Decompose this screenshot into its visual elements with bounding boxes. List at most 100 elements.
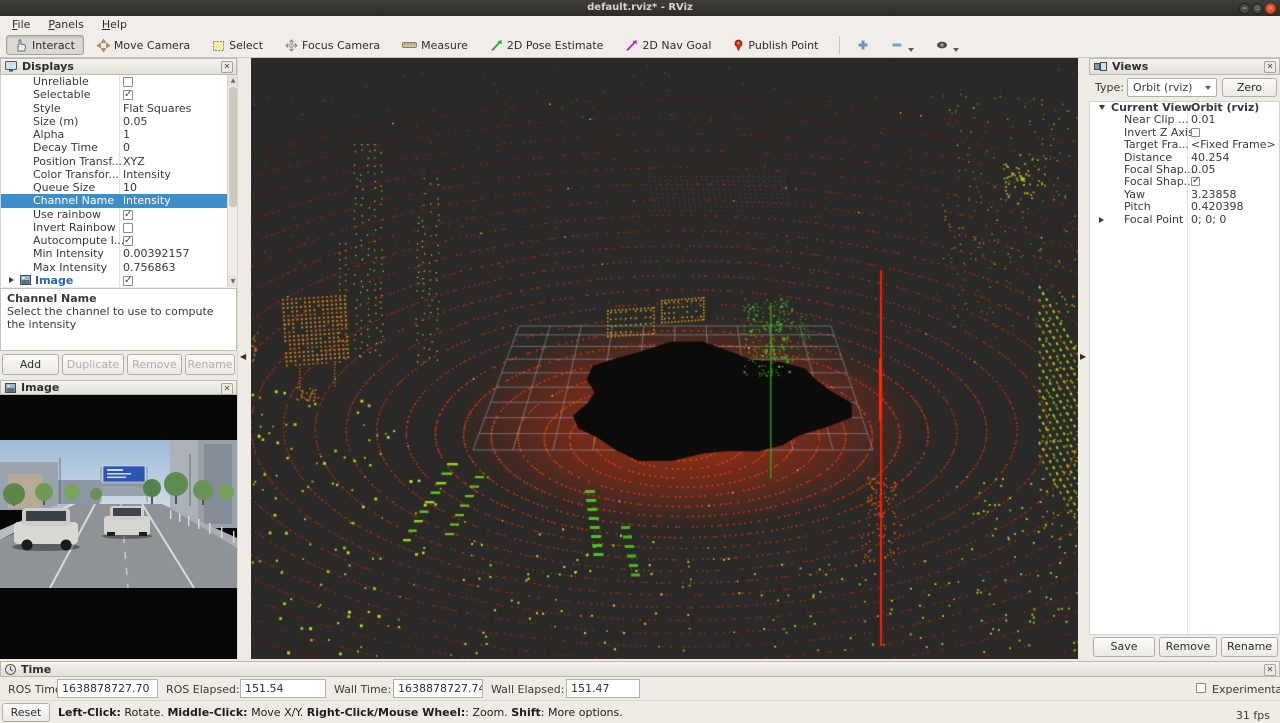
green-arrow-icon — [490, 39, 503, 52]
view-property-row[interactable]: Focal Shap... — [1090, 176, 1279, 188]
window-title: default.rviz* - RViz — [587, 2, 693, 13]
checkbox[interactable] — [123, 77, 133, 87]
scrollbar-thumb[interactable] — [229, 87, 237, 207]
checkbox[interactable] — [123, 223, 133, 233]
menu-panels[interactable]: Panels — [40, 17, 91, 32]
displays-buttons: Add Duplicate Remove Rename — [0, 354, 237, 376]
checkbox[interactable] — [123, 210, 133, 220]
panel-resize-handle-left[interactable]: ◀ — [237, 58, 251, 659]
view-property-row[interactable]: Near Clip ...0.01 — [1090, 114, 1279, 126]
property-row[interactable]: Size (m)0.05 — [1, 115, 228, 128]
property-row[interactable]: Color Transfor...Intensity — [1, 168, 228, 181]
checkbox[interactable] — [1191, 128, 1200, 137]
duplicate-button[interactable]: Duplicate — [62, 354, 124, 375]
3d-viewport[interactable] — [251, 58, 1078, 659]
nav-goal-tool-button[interactable]: 2D Nav Goal — [616, 35, 720, 55]
expander-icon[interactable] — [1099, 105, 1105, 110]
checkbox[interactable] — [123, 236, 133, 246]
minimize-icon[interactable]: ‒ — [1239, 3, 1250, 14]
property-row[interactable]: Decay Time0 — [1, 141, 228, 154]
ros-elapsed-label: ROS Elapsed: — [166, 683, 240, 696]
add-button[interactable]: Add — [2, 354, 59, 375]
expander-icon[interactable] — [9, 277, 14, 283]
property-row[interactable]: StyleFlat Squares — [1, 102, 228, 115]
remove-button[interactable]: Remove — [127, 354, 182, 375]
property-row[interactable]: Selectable — [1, 88, 228, 101]
property-row[interactable]: Max Intensity0.756863 — [1, 261, 228, 274]
rename-button[interactable]: Rename — [1221, 637, 1278, 657]
experimental-checkbox[interactable] — [1196, 683, 1206, 693]
property-row[interactable]: Queue Size10 — [1, 181, 228, 194]
menu-help[interactable]: Help — [94, 17, 135, 32]
property-row[interactable]: Position Transf...XYZ — [1, 155, 228, 168]
focus-crosshair-icon — [285, 39, 298, 52]
property-row[interactable]: Invert Rainbow — [1, 221, 228, 234]
close-panel-icon[interactable] — [1264, 664, 1276, 676]
display-row-image[interactable]: Image — [1, 274, 228, 287]
view-property-row[interactable]: Target Fra...<Fixed Frame> — [1090, 139, 1279, 151]
ros-elapsed-field[interactable] — [240, 679, 326, 698]
status-bar: Reset Left-Click: Rotate. Middle-Click: … — [0, 700, 1280, 723]
image-panel-header[interactable]: Image — [0, 380, 237, 395]
property-help-box: Channel Name Select the channel to use t… — [0, 288, 237, 351]
checkbox[interactable] — [123, 90, 133, 100]
maximize-icon[interactable]: ▫ — [1252, 3, 1263, 14]
help-text: Select the channel to use to compute the… — [7, 305, 214, 331]
wall-elapsed-label: Wall Elapsed: — [491, 683, 564, 696]
collapse-left-icon[interactable]: ◀ — [240, 352, 246, 361]
displays-panel-header[interactable]: Displays — [0, 58, 237, 75]
pose-estimate-tool-button[interactable]: 2D Pose Estimate — [481, 35, 613, 55]
wall-time-field[interactable] — [393, 679, 483, 698]
publish-point-tool-button[interactable]: Publish Point — [724, 35, 827, 55]
zero-button[interactable]: Zero — [1222, 78, 1277, 97]
add-tool-button[interactable] — [848, 35, 878, 55]
focus-camera-tool-button[interactable]: Focus Camera — [276, 35, 389, 55]
experimental-label: Experimental — [1212, 683, 1280, 696]
wall-elapsed-field[interactable] — [566, 679, 640, 698]
view-property-row[interactable]: Yaw3.23858 — [1090, 189, 1279, 201]
remove-tool-button[interactable] — [882, 35, 923, 55]
help-title: Channel Name — [7, 292, 230, 305]
panel-resize-handle-right[interactable]: ▶ — [1078, 58, 1089, 659]
menu-file[interactable]: File — [4, 17, 38, 32]
view-type-row: Type: Orbit (rviz) Zero — [1089, 77, 1280, 99]
move-camera-tool-button[interactable]: Move Camera — [88, 35, 199, 55]
property-row[interactable]: Alpha1 — [1, 128, 228, 141]
checkbox[interactable] — [1191, 177, 1200, 186]
rename-button[interactable]: Rename — [185, 354, 235, 375]
hand-icon — [15, 39, 28, 52]
views-tree[interactable]: Current ViewOrbit (rviz) Near Clip ...0.… — [1089, 101, 1280, 635]
time-panel-header[interactable]: Time — [0, 661, 1280, 677]
close-panel-icon[interactable] — [1264, 61, 1276, 73]
reset-button[interactable]: Reset — [2, 703, 50, 722]
measure-tool-button[interactable]: Measure — [393, 35, 477, 55]
property-row[interactable]: Use rainbow — [1, 208, 228, 221]
plus-icon — [857, 39, 869, 51]
views-panel-header[interactable]: Views — [1089, 58, 1280, 75]
interact-tool-button[interactable]: Interact — [6, 35, 84, 55]
checkbox[interactable] — [123, 276, 133, 286]
select-tool-button[interactable]: Select — [203, 35, 272, 55]
tool-properties-button[interactable] — [927, 35, 968, 55]
view-property-row[interactable]: Pitch0.420398 — [1090, 201, 1279, 213]
close-panel-icon[interactable] — [221, 61, 233, 73]
chevron-down-icon — [953, 48, 959, 52]
ros-time-field[interactable] — [57, 679, 158, 698]
property-row[interactable]: Unreliable — [1, 75, 228, 88]
menu-bar: File Panels Help — [0, 16, 1280, 33]
expander-icon[interactable] — [1099, 217, 1104, 223]
close-icon[interactable]: × — [1265, 3, 1276, 14]
view-row-focal-point[interactable]: Focal Point0; 0; 0 — [1090, 214, 1279, 226]
save-button[interactable]: Save — [1093, 637, 1155, 657]
title-bar[interactable]: default.rviz* - RViz ‒ ▫ × — [0, 0, 1280, 16]
property-row-selected[interactable]: Channel Nameintensity — [1, 194, 228, 207]
view-type-dropdown[interactable]: Orbit (rviz) — [1127, 78, 1217, 97]
property-row[interactable]: Min Intensity0.00392157 — [1, 247, 228, 260]
scrollbar[interactable]: ▲ ▼ — [227, 75, 237, 287]
property-row[interactable]: Autocompute I... — [1, 234, 228, 247]
displays-property-tree[interactable]: Unreliable Selectable StyleFlat Squares … — [0, 75, 237, 287]
collapse-right-icon[interactable]: ▶ — [1080, 352, 1086, 361]
close-panel-icon[interactable] — [221, 383, 233, 395]
views-icon — [1094, 62, 1107, 71]
remove-button[interactable]: Remove — [1159, 637, 1217, 657]
